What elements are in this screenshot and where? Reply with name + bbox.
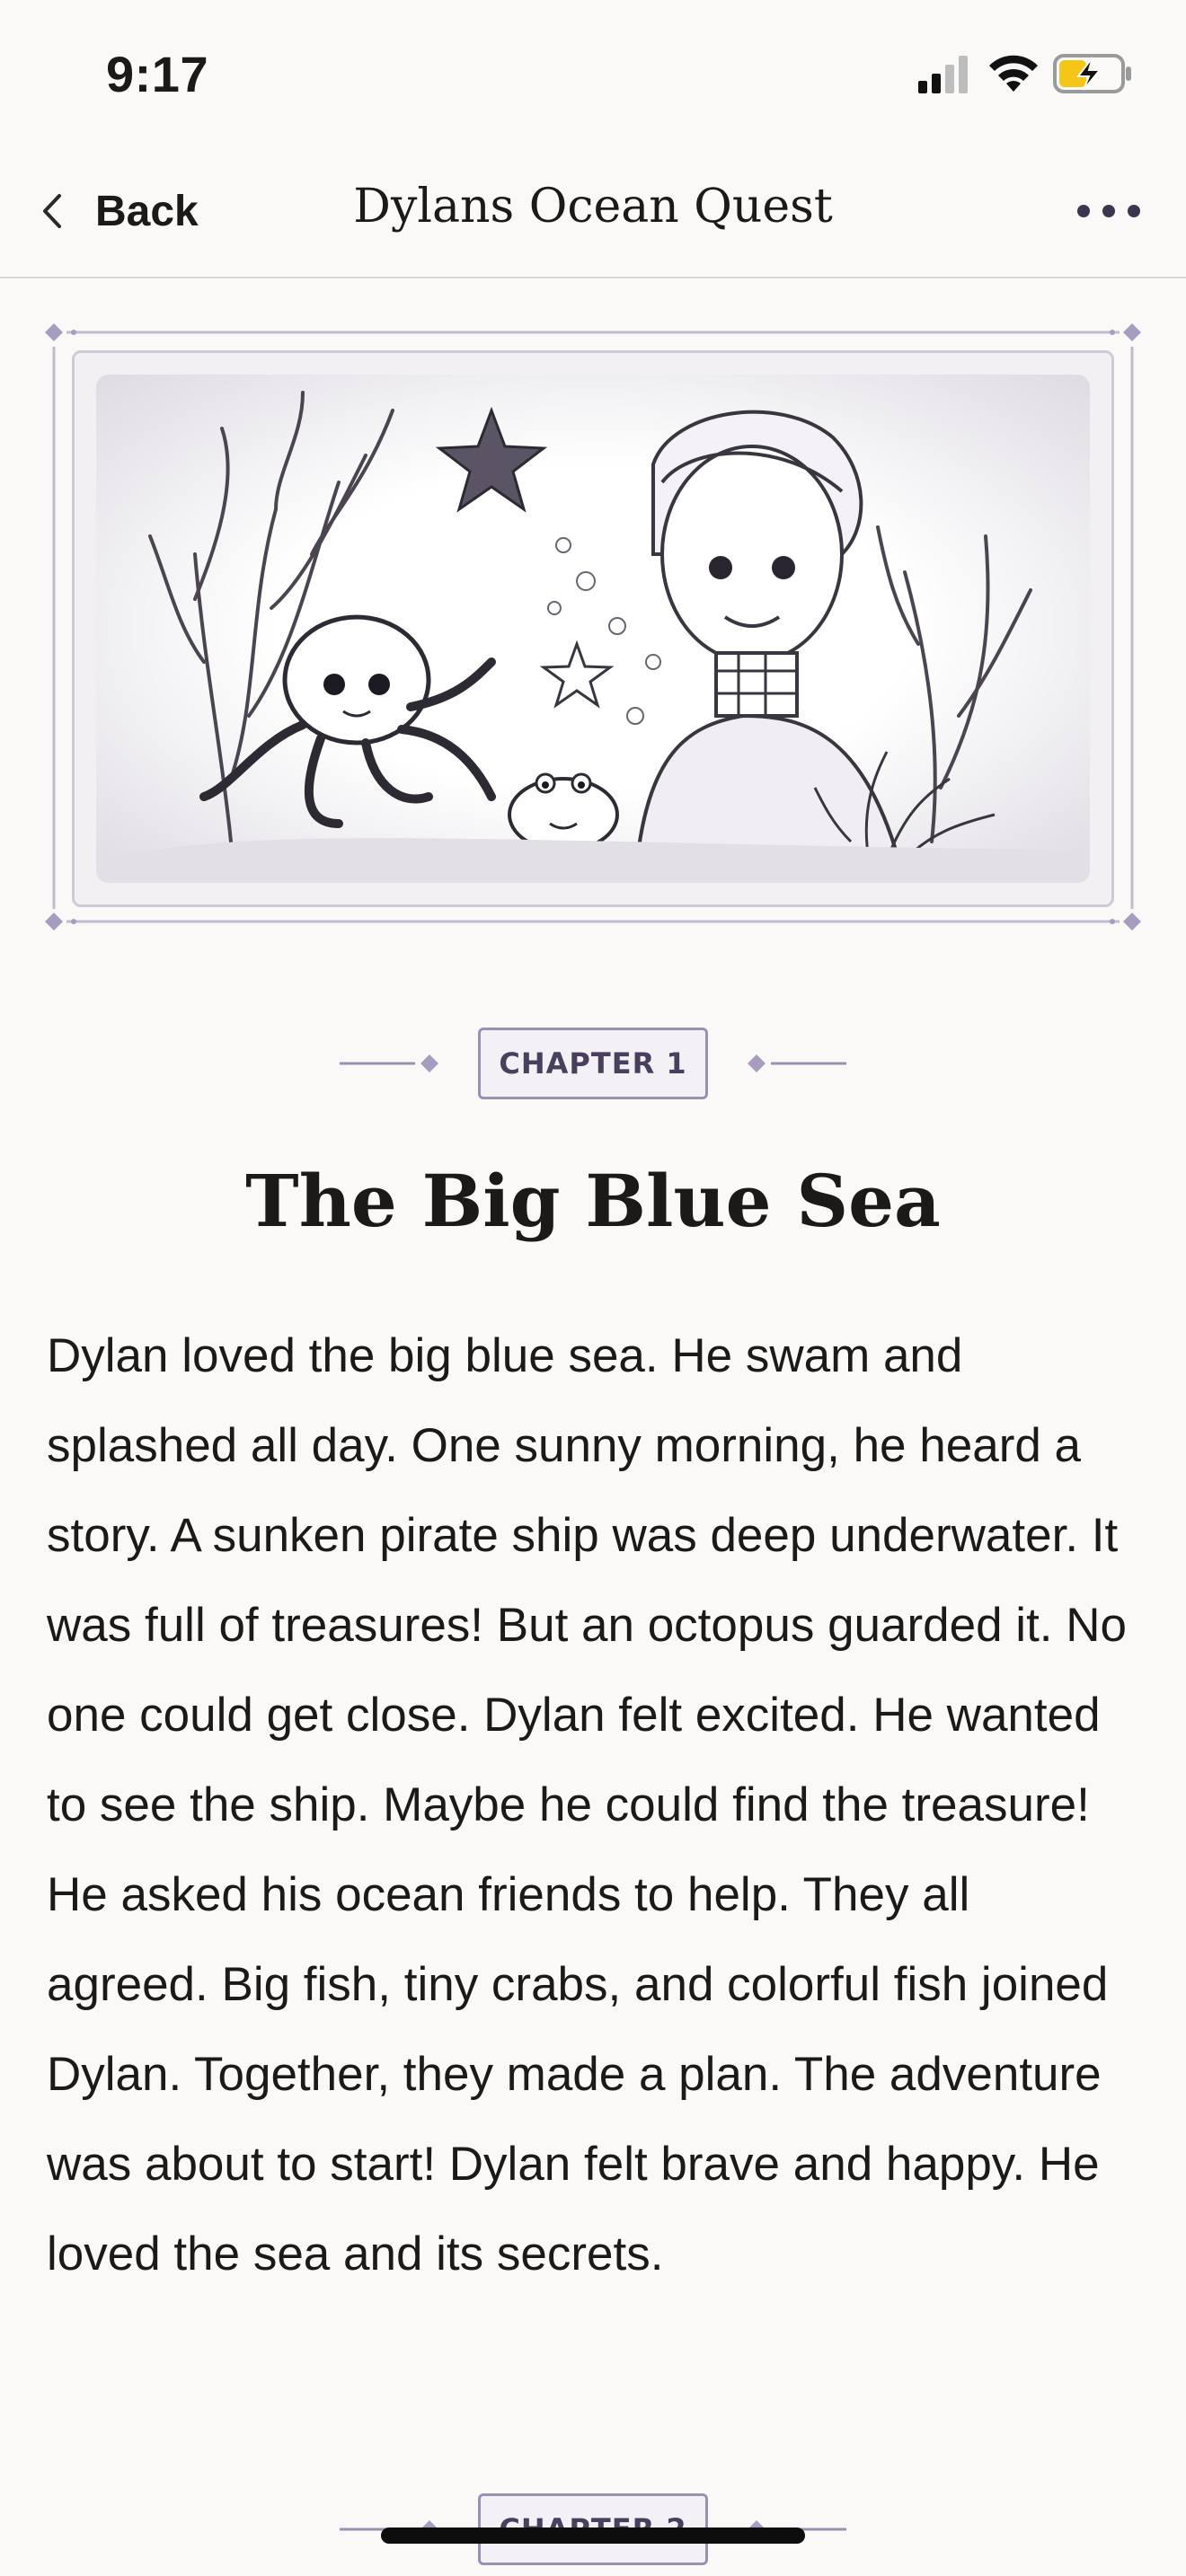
cellular-signal-icon <box>918 56 968 93</box>
more-horizontal-icon[interactable] <box>1073 198 1145 225</box>
battery-charging-icon <box>1053 54 1131 93</box>
chapter-title: The Big Blue Sea <box>245 1159 941 1243</box>
status-time: 9:17 <box>106 46 209 102</box>
status-bar: 9:17 <box>0 0 1186 144</box>
navigation-bar: Back Dylans Ocean Quest <box>0 144 1186 278</box>
back-label: Back <box>95 187 199 235</box>
ornament-left-icon <box>340 1054 439 1072</box>
home-indicator[interactable] <box>381 2527 805 2544</box>
ornament-right-icon <box>747 1054 846 1072</box>
page-title: Dylans Ocean Quest <box>353 180 833 234</box>
back-button[interactable]: Back <box>36 180 199 243</box>
chevron-left-icon <box>43 194 61 228</box>
chapter-badge: CHAPTER 1 <box>478 1028 708 1099</box>
wifi-icon <box>989 55 1038 92</box>
chapter-text: Dylan loved the big blue sea. He swam an… <box>47 1329 1127 2280</box>
illustration-card <box>72 350 1114 907</box>
ocean-illustration <box>96 375 1090 883</box>
chapter-illustration-frame <box>40 320 1146 931</box>
chapter-1-header: CHAPTER 1 <box>0 1026 1186 1101</box>
boy-octopus-sketch <box>96 391 1090 883</box>
